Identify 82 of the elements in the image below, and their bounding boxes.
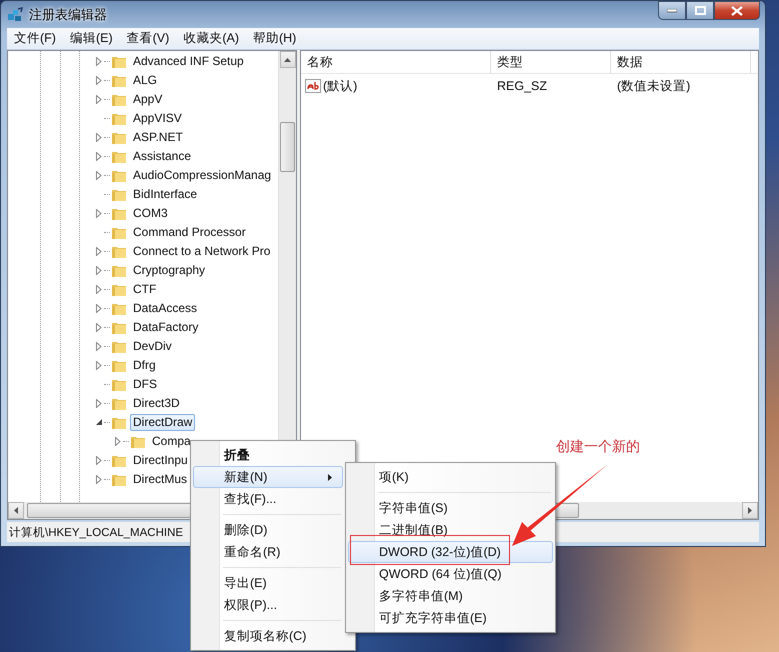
menu-item[interactable]: DWORD (32-位)值(D): [348, 541, 553, 563]
tree-item[interactable]: DirectDraw: [130, 414, 196, 431]
value-name: (默认): [323, 78, 358, 94]
expand-arrow-icon[interactable]: [114, 437, 122, 446]
tree-item[interactable]: Compa: [149, 433, 194, 450]
expand-arrow-icon[interactable]: [95, 76, 103, 85]
tree-item[interactable]: Cryptography: [130, 262, 208, 279]
expand-arrow-icon[interactable]: [95, 285, 103, 294]
menu-item[interactable]: 收藏夹(A): [176, 30, 246, 47]
tree-item[interactable]: COM3: [130, 205, 171, 222]
expand-arrow-icon[interactable]: [95, 399, 103, 408]
expand-arrow-icon[interactable]: [95, 57, 103, 66]
tree-item[interactable]: DirectMus: [130, 471, 190, 488]
menu-item[interactable]: 折叠: [193, 444, 343, 466]
tree-item[interactable]: Dfrg: [130, 357, 159, 374]
menu-item[interactable]: 重命名(R): [193, 541, 343, 563]
tree-item[interactable]: AppV: [130, 91, 166, 108]
close-icon: [731, 6, 743, 16]
column-header[interactable]: 名称: [301, 51, 491, 73]
right-arrow-icon: [748, 507, 752, 514]
expand-arrow-icon[interactable]: [95, 152, 103, 161]
status-path: 计算机\HKEY_LOCAL_MACHINE: [9, 526, 184, 540]
tree-item[interactable]: ASP.NET: [130, 129, 186, 146]
menu-item[interactable]: 导出(E): [193, 572, 343, 594]
collapse-arrow-icon[interactable]: [95, 418, 103, 427]
expand-arrow-icon[interactable]: [95, 323, 103, 332]
tree-item[interactable]: CTF: [130, 281, 160, 298]
close-button[interactable]: [714, 1, 760, 20]
menu-item[interactable]: 编辑(E): [62, 30, 120, 47]
expand-arrow-icon[interactable]: [95, 209, 103, 218]
minimize-icon: [667, 8, 677, 12]
value-type: REG_SZ: [496, 79, 548, 93]
menu-item[interactable]: 可扩充字符串值(E): [348, 607, 553, 629]
up-arrow-icon: [284, 58, 291, 62]
cubes-icon: [7, 6, 23, 22]
maximize-icon: [694, 6, 706, 15]
menu-item[interactable]: 文件(F): [7, 30, 63, 47]
menu-item[interactable]: 查看(V): [120, 30, 176, 47]
expand-arrow-icon[interactable]: [95, 342, 103, 351]
tree-item[interactable]: Direct3D: [130, 395, 183, 412]
tree-item[interactable]: Connect to a Network Pro: [130, 243, 274, 260]
menu-item[interactable]: QWORD (64 位)值(Q): [348, 563, 553, 585]
expand-arrow-icon[interactable]: [95, 361, 103, 370]
expand-arrow-icon[interactable]: [95, 304, 103, 313]
tree-item[interactable]: BidInterface: [130, 186, 200, 203]
tree-item[interactable]: Advanced INF Setup: [130, 53, 247, 70]
menu-item[interactable]: 复制项名称(C): [193, 625, 343, 647]
column-header[interactable]: 类型: [491, 51, 611, 73]
expand-arrow-icon[interactable]: [95, 95, 103, 104]
expand-arrow-icon[interactable]: [95, 247, 103, 256]
annotation-text: 创建一个新的: [556, 438, 640, 456]
tree-item[interactable]: DFS: [130, 376, 160, 393]
tree-item[interactable]: Assistance: [130, 148, 194, 165]
expand-arrow-icon[interactable]: [95, 171, 103, 180]
tree-item[interactable]: AudioCompressionManag: [130, 167, 274, 184]
expand-arrow-icon[interactable]: [95, 456, 103, 465]
left-arrow-icon: [14, 507, 18, 514]
value-data: (数值未设置): [616, 78, 692, 94]
tree-item[interactable]: Command Processor: [130, 224, 249, 241]
menu-item[interactable]: 项(K): [348, 466, 553, 488]
scrollbar-thumb[interactable]: [280, 122, 295, 172]
tree-item[interactable]: AppVISV: [130, 110, 185, 127]
tree-item[interactable]: DevDiv: [130, 338, 175, 355]
expand-arrow-icon[interactable]: [95, 475, 103, 484]
tree-item[interactable]: DirectInpu: [130, 452, 191, 469]
minimize-button[interactable]: [658, 1, 686, 20]
expand-arrow-icon[interactable]: [95, 133, 103, 142]
menu-item[interactable]: 新建(N): [193, 466, 343, 488]
tree-item[interactable]: DataAccess: [130, 300, 200, 317]
tree-item[interactable]: ALG: [130, 72, 160, 89]
menu-item[interactable]: 帮助(H): [246, 30, 304, 47]
string-value-icon: [305, 79, 321, 93]
menu-item[interactable]: 多字符串值(M): [348, 585, 553, 607]
menu-item[interactable]: 权限(P)...: [193, 594, 343, 616]
expand-arrow-icon[interactable]: [95, 266, 103, 275]
menu-item[interactable]: 查找(F)...: [193, 488, 343, 510]
tree-item[interactable]: DataFactory: [130, 319, 202, 336]
menu-item[interactable]: 字符串值(S): [348, 497, 553, 519]
column-header[interactable]: 数据: [611, 51, 751, 73]
maximize-button[interactable]: [686, 1, 714, 20]
menu-item[interactable]: 删除(D): [193, 519, 343, 541]
window-title: 注册表编辑器: [29, 6, 107, 24]
